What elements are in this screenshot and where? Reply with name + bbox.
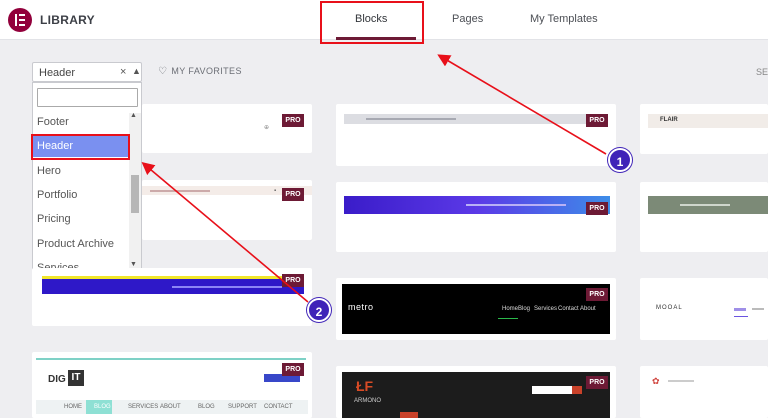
callout-1: 1	[608, 148, 632, 172]
annotation-arrows	[141, 54, 607, 303]
callout-2: 2	[307, 298, 331, 322]
